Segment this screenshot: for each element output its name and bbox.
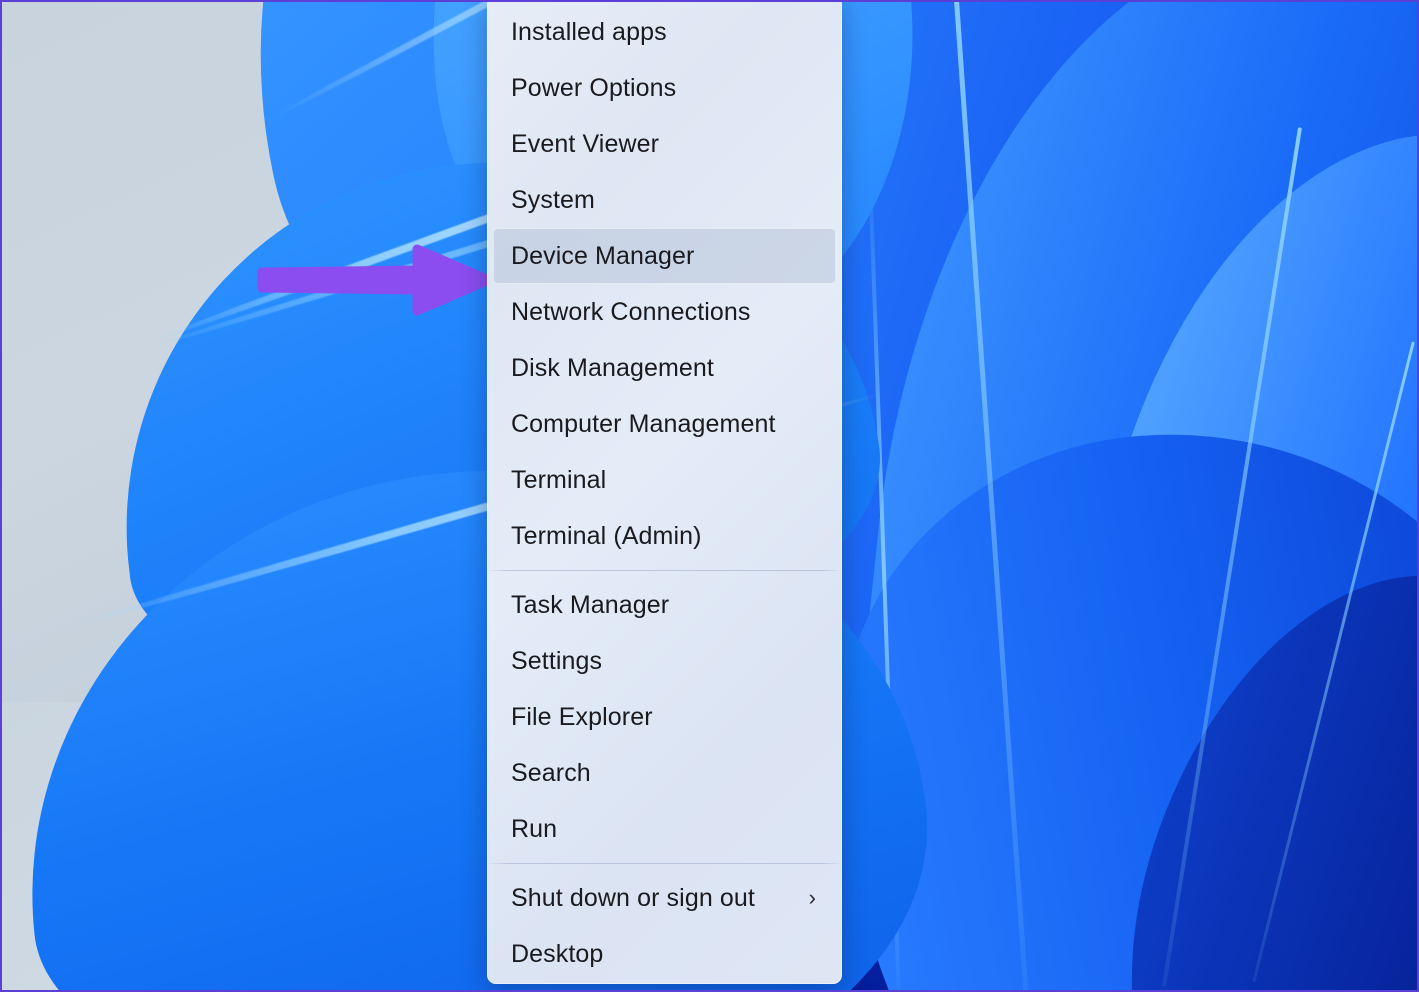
menu-separator-2 [487, 863, 842, 864]
menu-item-search[interactable]: Search [493, 745, 836, 801]
menu-item-event-viewer[interactable]: Event Viewer [493, 116, 836, 172]
menu-item-desktop[interactable]: Desktop [493, 926, 836, 982]
menu-item-run[interactable]: Run [493, 801, 836, 857]
menu-item-file-explorer[interactable]: File Explorer [493, 689, 836, 745]
menu-item-computer-management[interactable]: Computer Management [493, 396, 836, 452]
menu-item-label: Run [511, 814, 558, 843]
menu-item-label: Shut down or sign out [511, 883, 755, 912]
menu-group-system-tools: Installed apps Power Options Event Viewe… [487, 4, 842, 564]
menu-item-label: Desktop [511, 939, 604, 968]
menu-item-label: Disk Management [511, 353, 714, 382]
menu-item-terminal-admin[interactable]: Terminal (Admin) [493, 508, 836, 564]
menu-item-task-manager[interactable]: Task Manager [493, 577, 836, 633]
menu-item-label: Settings [511, 646, 603, 675]
menu-item-label: System [511, 185, 595, 214]
menu-item-installed-apps[interactable]: Installed apps [493, 4, 836, 60]
menu-item-disk-management[interactable]: Disk Management [493, 340, 836, 396]
purple-pointer-arrow [257, 244, 492, 316]
menu-item-label: Event Viewer [511, 129, 660, 158]
menu-item-label: Search [511, 758, 591, 787]
menu-item-label: Terminal [511, 465, 607, 494]
menu-item-network-connections[interactable]: Network Connections [493, 284, 836, 340]
menu-item-terminal[interactable]: Terminal [493, 452, 836, 508]
menu-item-label: Power Options [511, 73, 677, 102]
menu-item-label: Computer Management [511, 409, 776, 438]
menu-separator-1 [487, 570, 842, 571]
menu-group-apps: Task Manager Settings File Explorer Sear… [487, 577, 842, 857]
menu-item-label: Installed apps [511, 17, 667, 46]
menu-item-device-manager[interactable]: Device Manager [493, 228, 836, 284]
menu-item-power-options[interactable]: Power Options [493, 60, 836, 116]
menu-item-label: Terminal (Admin) [511, 521, 702, 550]
menu-item-label: Network Connections [511, 297, 751, 326]
win-x-quick-link-menu[interactable]: Installed apps Power Options Event Viewe… [487, 2, 842, 984]
menu-item-settings[interactable]: Settings [493, 633, 836, 689]
menu-group-session: Shut down or sign out › Desktop [487, 870, 842, 982]
menu-item-label: File Explorer [511, 702, 653, 731]
menu-item-label: Task Manager [511, 590, 670, 619]
menu-item-shut-down-or-sign-out[interactable]: Shut down or sign out › [493, 870, 836, 926]
menu-item-system[interactable]: System [493, 172, 836, 228]
chevron-right-icon: › [808, 885, 816, 910]
desktop-background[interactable]: Installed apps Power Options Event Viewe… [0, 0, 1419, 992]
menu-item-label: Device Manager [511, 241, 695, 270]
